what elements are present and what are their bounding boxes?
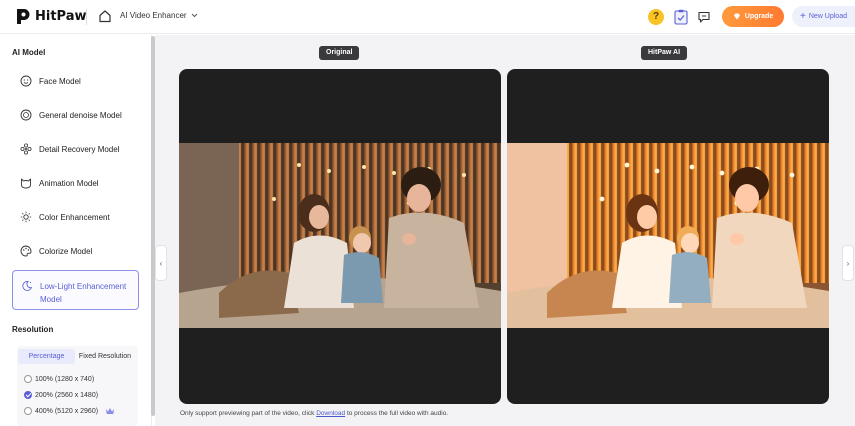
ai-preview-panel: [507, 69, 829, 404]
colorize-icon: [20, 245, 32, 257]
hitpaw-logo[interactable]: HitPaw: [16, 8, 87, 25]
footnote-text-before: Only support previewing part of the vide…: [180, 410, 317, 417]
face-icon: [20, 75, 32, 87]
header-divider: [86, 9, 87, 25]
model-low-light-enhancement[interactable]: Low-Light Enhancement Model: [12, 270, 139, 310]
chevron-left-icon: ‹: [159, 258, 163, 268]
low-light-icon: [22, 281, 33, 291]
resolution-title: Resolution: [12, 325, 54, 334]
original-tag: Original: [319, 46, 360, 60]
model-label: Animation Model: [39, 178, 99, 188]
resolution-option-100[interactable]: 100% (1280 x 740): [24, 375, 94, 383]
model-label: Color Enhancement: [39, 212, 110, 222]
product-selector[interactable]: AI Video Enhancer: [120, 11, 198, 20]
hitpaw-logo-icon: [17, 9, 30, 24]
new-upload-label: New Upload: [808, 13, 847, 20]
chevron-right-icon: ›: [846, 258, 850, 268]
resolution-option-200[interactable]: 200% (2560 x 1480): [24, 391, 98, 399]
denoise-icon: [20, 109, 32, 121]
task-list-icon[interactable]: [673, 9, 689, 25]
resolution-option-400[interactable]: 400% (5120 x 2960): [24, 407, 115, 415]
tab-percentage[interactable]: Percentage: [18, 349, 75, 364]
upgrade-button[interactable]: Upgrade: [722, 6, 784, 27]
product-name: AI Video Enhancer: [120, 11, 187, 20]
resolution-option-label: 100% (1280 x 740): [35, 375, 95, 383]
home-icon[interactable]: [98, 9, 112, 23]
top-bar: HitPaw AI Video Enhancer ? Upgrade + New…: [0, 0, 855, 34]
original-video-frame: [179, 143, 501, 328]
radio-button-checked[interactable]: [24, 391, 32, 399]
model-label: Low-Light Enhancement Model: [40, 282, 127, 304]
model-general-denoise[interactable]: General denoise Model: [12, 109, 139, 121]
feedback-icon[interactable]: [697, 10, 711, 24]
model-label: Colorize Model: [39, 246, 93, 256]
model-color-enhancement[interactable]: Color Enhancement: [12, 211, 139, 223]
next-arrow-button[interactable]: ›: [842, 245, 854, 281]
prev-arrow-button[interactable]: ‹: [155, 245, 167, 281]
model-detail-recovery[interactable]: Detail Recovery Model: [12, 143, 139, 155]
radio-button[interactable]: [24, 375, 32, 383]
radio-button[interactable]: [24, 407, 32, 415]
model-label: Detail Recovery Model: [39, 144, 120, 154]
chevron-down-icon: [191, 13, 197, 18]
brand-name: HitPaw: [35, 9, 87, 24]
color-icon: [20, 211, 32, 223]
download-link[interactable]: Download: [316, 410, 345, 417]
upgrade-label: Upgrade: [744, 13, 774, 20]
diamond-icon: [733, 13, 740, 20]
model-colorize[interactable]: Colorize Model: [12, 245, 139, 257]
help-icon[interactable]: ?: [648, 9, 664, 25]
model-animation[interactable]: Animation Model: [12, 177, 139, 189]
enhanced-video-frame: [507, 143, 829, 328]
animation-icon: [21, 178, 31, 189]
detail-icon: [20, 143, 32, 155]
plus-icon: +: [800, 10, 806, 22]
resolution-option-label: 200% (2560 x 1480): [35, 391, 99, 399]
new-upload-button[interactable]: + New Upload: [792, 6, 855, 27]
preview-footnote: Only support previewing part of the vide…: [180, 410, 448, 417]
resolution-tabs: Percentage Fixed Resolution: [18, 349, 135, 364]
tab-fixed-resolution[interactable]: Fixed Resolution: [75, 349, 135, 364]
original-preview-panel: [179, 69, 501, 404]
footnote-text-after: to process the full video with audio.: [345, 410, 449, 417]
ai-model-title: AI Model: [12, 48, 46, 57]
model-face[interactable]: Face Model: [12, 75, 139, 87]
hitpaw-ai-tag: HitPaw AI: [641, 46, 688, 60]
model-label: Face Model: [39, 76, 81, 86]
crown-icon: [106, 408, 115, 414]
resolution-option-label: 400% (5120 x 2960): [35, 407, 99, 415]
model-label: General denoise Model: [39, 110, 122, 120]
